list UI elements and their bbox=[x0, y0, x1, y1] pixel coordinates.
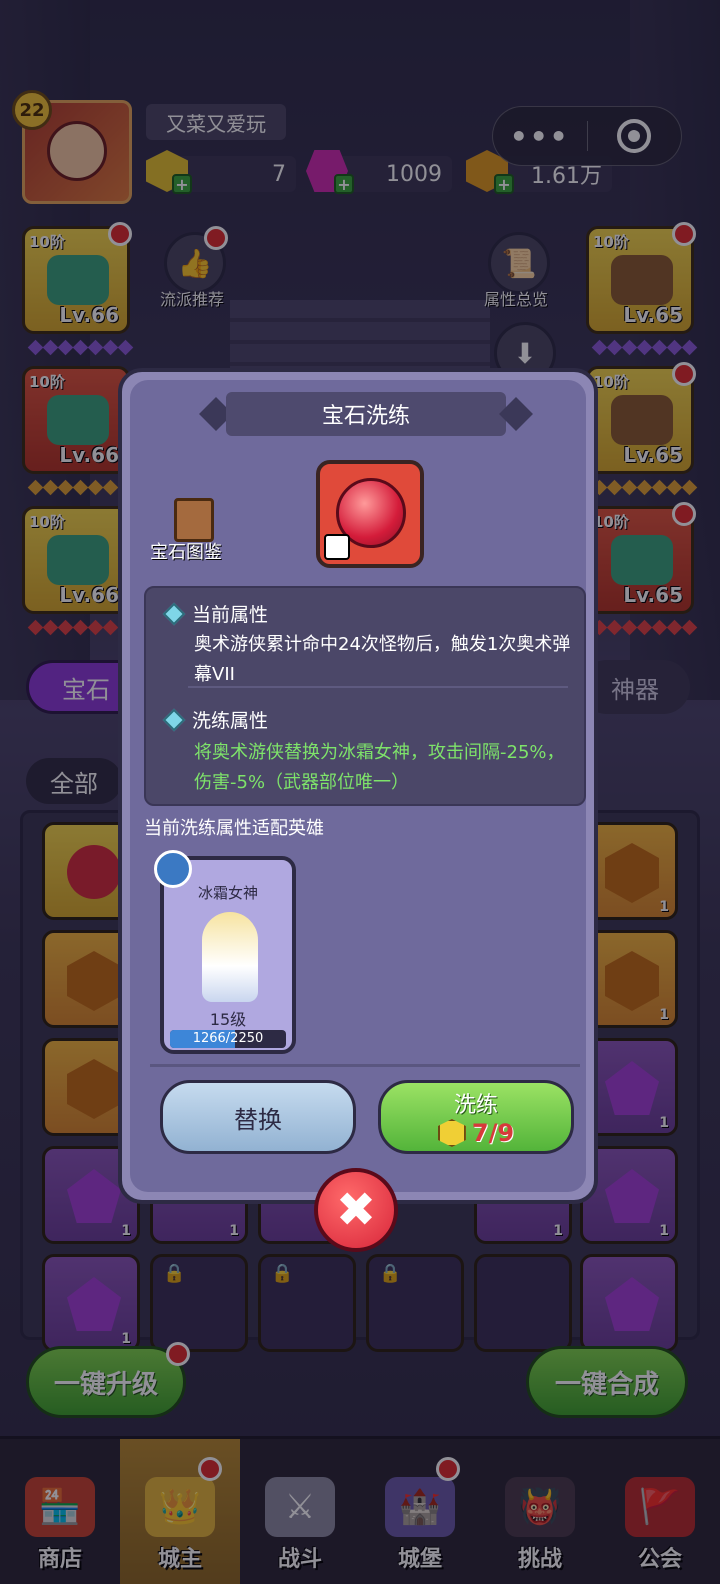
refine-cost: 7/9 bbox=[437, 1119, 515, 1147]
refine-attr-text: 将奥术游侠替换为冰霜女神，攻击间隔-25%，伤害-5%（武器部位唯一） bbox=[194, 742, 565, 793]
book-icon[interactable] bbox=[174, 498, 214, 542]
dialog-title: 宝石洗练 bbox=[226, 392, 506, 436]
refine-button-label: 洗练 bbox=[453, 1093, 498, 1118]
attr-divider bbox=[188, 686, 568, 688]
hero-level: 15级 bbox=[209, 1010, 247, 1029]
hero-card[interactable]: 冰霜女神 15级 1266/2250 bbox=[154, 850, 296, 1054]
hero-portrait bbox=[202, 912, 258, 1002]
game-screen: 22 又菜又爱玩 7 + 1009 + 1.61万 + ••• 👍 流派推荐 📜… bbox=[0, 0, 720, 1584]
gem-refine-dialog: 宝石洗练 宝石图鉴 当前属性 奥术游侠累计命中24次怪物后，触发1次奥术弹幕VI… bbox=[118, 368, 598, 1204]
hammer-icon bbox=[324, 534, 350, 560]
refine-attr-heading: 洗练属性 bbox=[162, 706, 269, 733]
hero-exp-text: 1266/2250 bbox=[192, 1031, 264, 1046]
matched-hero-caption: 当前洗练属性适配英雄 bbox=[144, 818, 324, 839]
hero-exp-bar: 1266/2250 bbox=[170, 1030, 286, 1048]
hero-name: 冰霜女神 bbox=[197, 884, 258, 902]
current-attr-title: 当前属性 bbox=[192, 604, 269, 626]
refine-attr-title: 洗练属性 bbox=[192, 710, 269, 732]
diamond-bullet-icon bbox=[162, 602, 186, 625]
dialog-body: 宝石洗练 宝石图鉴 当前属性 奥术游侠累计命中24次怪物后，触发1次奥术弹幕VI… bbox=[130, 380, 586, 1192]
gem-codex-label[interactable]: 宝石图鉴 bbox=[150, 538, 222, 564]
current-attr-text: 奥术游侠累计命中24次怪物后，触发1次奥术弹幕VII bbox=[194, 634, 571, 685]
dialog-divider bbox=[150, 1064, 580, 1067]
replace-button[interactable]: 替换 bbox=[160, 1080, 356, 1154]
close-icon: ✖ bbox=[335, 1182, 377, 1238]
attribute-panel: 当前属性 奥术游侠累计命中24次怪物后，触发1次奥术弹幕VII 洗练属性 将奥术… bbox=[144, 586, 586, 806]
current-attr-heading: 当前属性 bbox=[162, 600, 269, 627]
close-dialog-button[interactable]: ✖ bbox=[314, 1168, 398, 1252]
refine-cost-value: 7/9 bbox=[471, 1119, 515, 1147]
refine-button[interactable]: 洗练 7/9 bbox=[378, 1080, 574, 1154]
coin-icon bbox=[437, 1119, 466, 1147]
selected-gem bbox=[316, 460, 424, 568]
diamond-bullet-icon bbox=[162, 708, 186, 731]
